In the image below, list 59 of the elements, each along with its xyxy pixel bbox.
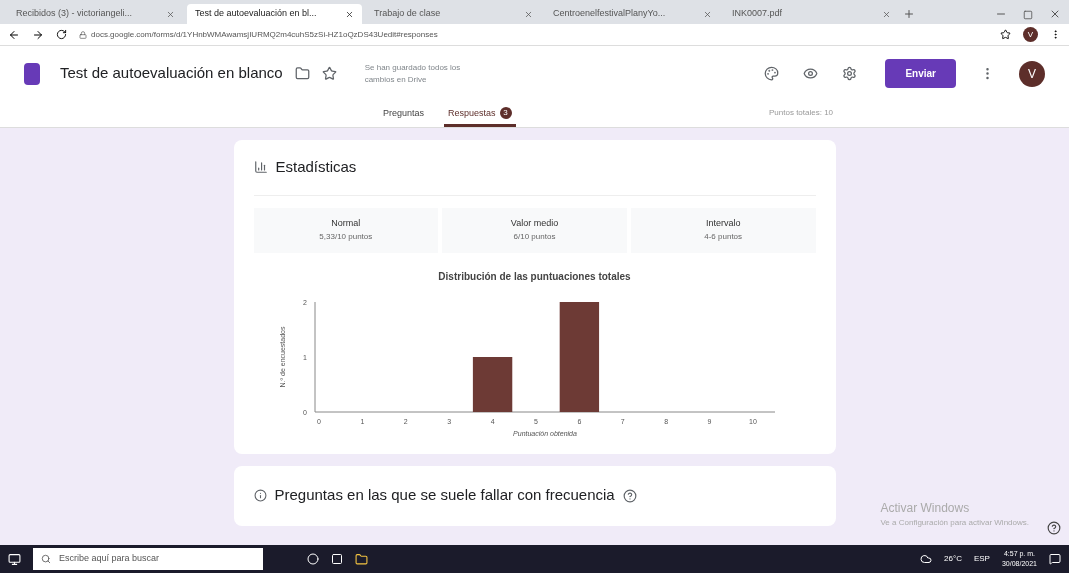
url-field[interactable]: docs.google.com/forms/d/1YHnbWMAwamsjIURMQ2m4cuhS5zSi-HZ1oQzDS43Uedit#responses xyxy=(79,28,988,41)
palette-icon[interactable] xyxy=(764,66,780,81)
chart-icon xyxy=(253,160,268,175)
reload-icon[interactable] xyxy=(56,29,67,40)
cortana-icon[interactable] xyxy=(307,553,319,565)
form-tab[interactable]: Respuestas 3 xyxy=(444,106,516,127)
forms-logo-icon xyxy=(24,62,40,85)
folder-icon[interactable] xyxy=(355,552,368,566)
maximize-icon[interactable] xyxy=(1023,10,1033,20)
summary-value: 4-6 puntos xyxy=(704,230,743,243)
avatar[interactable]: V xyxy=(1023,27,1038,42)
language: ESP xyxy=(973,553,990,565)
preview-icon[interactable] xyxy=(803,66,819,81)
task-view-icon[interactable] xyxy=(331,553,343,565)
weather-icon xyxy=(920,553,933,565)
card-title: Estadísticas xyxy=(275,157,357,177)
close-icon[interactable] xyxy=(1049,8,1061,20)
lock-icon xyxy=(79,30,87,39)
card-title: Preguntas en las que se suele fallar con frecuencia xyxy=(274,485,615,506)
count-badge: 3 xyxy=(499,107,512,120)
new-tab-icon[interactable] xyxy=(903,8,915,20)
notification-icon[interactable] xyxy=(1049,553,1061,565)
bar xyxy=(472,356,512,412)
summary-value: 5,33/10 puntos xyxy=(319,230,373,243)
browser-tab[interactable]: Trabajo de clase xyxy=(366,4,541,24)
back-icon[interactable] xyxy=(8,28,20,41)
activation-title: Activar Windows xyxy=(880,500,971,517)
close-icon[interactable] xyxy=(345,9,354,19)
help-icon[interactable] xyxy=(1047,521,1061,535)
form-tab[interactable]: Preguntas xyxy=(379,106,429,127)
forward-icon[interactable] xyxy=(32,28,44,41)
summary-label: Valor medio xyxy=(510,217,559,231)
total-points: Puntos totales: 10 xyxy=(769,107,835,119)
settings-icon[interactable] xyxy=(842,66,858,81)
browser-tab[interactable]: Recibidos (3) - victoriangeli... xyxy=(8,4,183,24)
avatar[interactable]: V xyxy=(1019,60,1045,87)
activation-text: Ve a Configuración para activar Windows. xyxy=(880,517,1029,529)
summary-label: Intervalo xyxy=(705,217,741,231)
close-icon[interactable] xyxy=(524,9,533,19)
star-icon[interactable] xyxy=(321,66,337,81)
temperature: 26°C xyxy=(944,553,962,565)
browser-tab[interactable]: INK0007.pdf xyxy=(724,4,899,24)
save-status: Se han guardado todos los cambios en Drive xyxy=(364,61,462,86)
send-button[interactable]: Enviar xyxy=(885,59,956,88)
close-icon[interactable] xyxy=(882,9,891,19)
info-icon xyxy=(253,489,267,502)
browser-tab[interactable]: Test de autoevaluación en bl... xyxy=(187,4,362,24)
chart-title: Distribución de las puntuaciones totales xyxy=(438,269,631,284)
bookmark-icon[interactable] xyxy=(1000,29,1011,40)
help-icon[interactable] xyxy=(622,488,637,503)
close-icon[interactable] xyxy=(166,9,175,19)
summary-value: 6/10 puntos xyxy=(513,230,556,243)
search-icon xyxy=(41,554,51,564)
close-icon[interactable] xyxy=(703,9,712,19)
browser-tab[interactable]: CentroenelfestivalPlanyYo... xyxy=(545,4,720,24)
form-title: Test de autoevaluación en blanco xyxy=(60,63,283,84)
taskbar-search-field[interactable]: Escribe aquí para buscar xyxy=(33,548,263,570)
folder-icon[interactable] xyxy=(294,66,310,81)
summary-label: Normal xyxy=(331,217,361,231)
